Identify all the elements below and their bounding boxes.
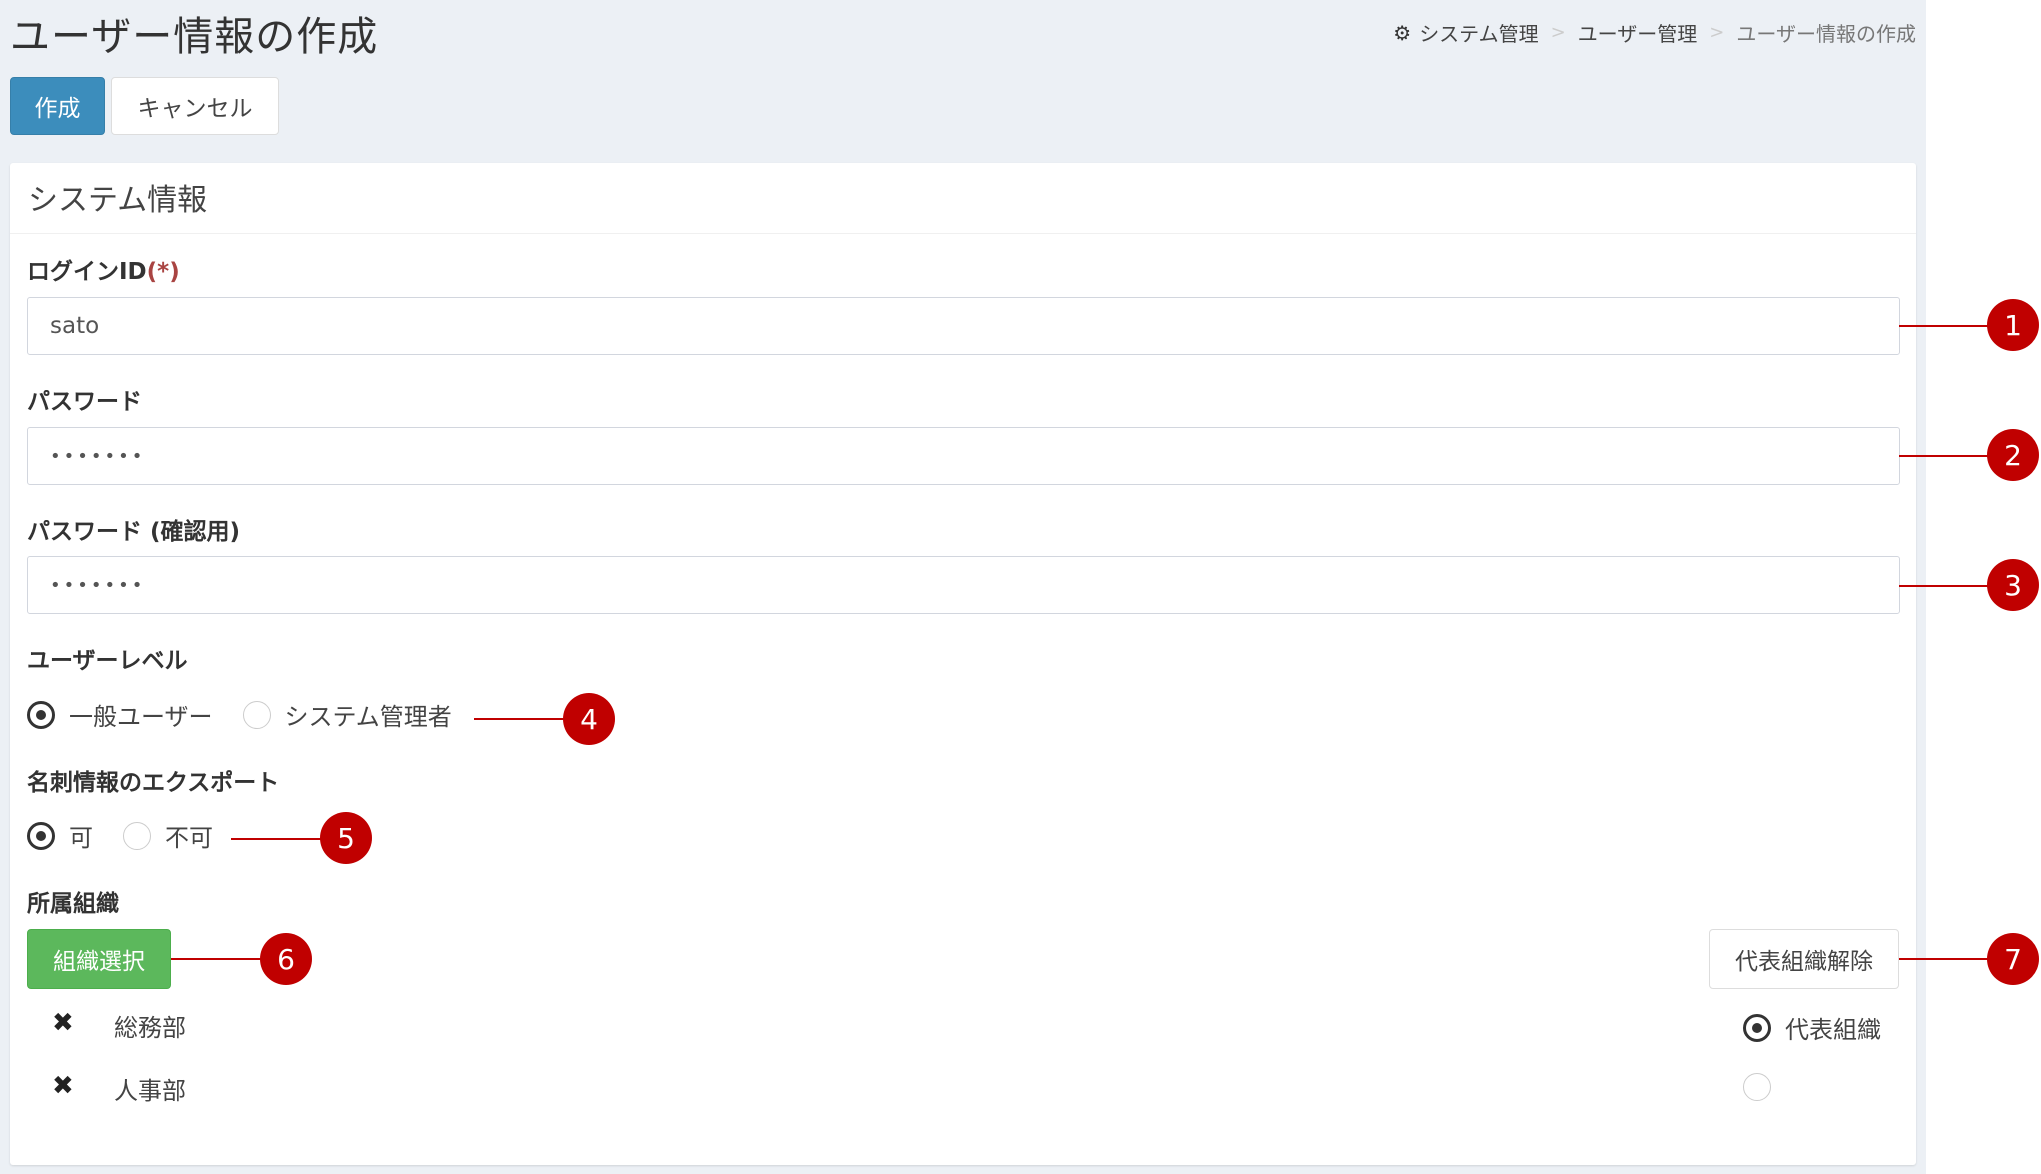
- callout-badge-5: 5: [320, 812, 372, 864]
- breadcrumb-separator: >: [1550, 22, 1566, 43]
- breadcrumb-item-current: ユーザー情報の作成: [1736, 22, 1916, 46]
- callout-badge-4: 4: [563, 693, 615, 745]
- callout-line: [171, 958, 262, 960]
- callout-badge-6: 6: [260, 933, 312, 985]
- unset-representative-button[interactable]: 代表組織解除: [1709, 929, 1899, 989]
- user-level-option-general[interactable]: 一般ユーザー: [27, 697, 213, 732]
- export-radio-group: 可 不可: [27, 818, 243, 853]
- remove-icon[interactable]: ✖: [52, 1071, 74, 1101]
- password-label: パスワード: [27, 389, 142, 415]
- org-name: 総務部: [114, 1014, 186, 1042]
- app-root: ユーザー情報の作成 ⚙ システム管理 > ユーザー管理 > ユーザー情報の作成 …: [0, 0, 1926, 1174]
- callout-line: [474, 718, 565, 720]
- callout-line: [231, 838, 322, 840]
- login-id-input[interactable]: sato: [27, 297, 1900, 355]
- breadcrumb: ⚙ システム管理 > ユーザー管理 > ユーザー情報の作成: [1393, 18, 1916, 47]
- callout-line: [1899, 455, 1989, 457]
- page-title: ユーザー情報の作成: [10, 14, 379, 60]
- user-level-label: ユーザーレベル: [27, 648, 188, 674]
- panel-title: システム情報: [28, 183, 208, 218]
- login-id-label: ログインID(*): [27, 259, 180, 285]
- radio-unchecked-icon[interactable]: [123, 821, 151, 850]
- radio-checked-icon[interactable]: [27, 821, 55, 850]
- remove-icon[interactable]: ✖: [52, 1008, 74, 1038]
- breadcrumb-item-system[interactable]: システム管理: [1419, 18, 1538, 47]
- user-level-option-admin[interactable]: システム管理者: [242, 697, 452, 732]
- callout-badge-3: 3: [1987, 559, 2039, 611]
- radio-unchecked-icon[interactable]: [242, 700, 271, 729]
- callout-line: [1899, 585, 1989, 587]
- org-label: 所属組織: [27, 891, 119, 917]
- password-input[interactable]: •••••••: [27, 427, 1900, 485]
- password-confirm-input[interactable]: •••••••: [27, 556, 1900, 614]
- radio-checked-icon[interactable]: [1743, 1013, 1771, 1042]
- callout-line: [1899, 325, 1989, 327]
- org-list-item: ✖ 人事部: [10, 1063, 1916, 1113]
- representative-option[interactable]: 代表組織: [1743, 1010, 1881, 1045]
- breadcrumb-item-users[interactable]: ユーザー管理: [1578, 18, 1698, 47]
- cancel-button[interactable]: キャンセル: [111, 77, 279, 135]
- export-option-deny[interactable]: 不可: [123, 818, 213, 853]
- create-button[interactable]: 作成: [10, 77, 105, 135]
- representative-option[interactable]: [1743, 1073, 1785, 1101]
- gear-icon: ⚙: [1393, 20, 1412, 45]
- org-list-item: ✖ 総務部 代表組織: [10, 1000, 1916, 1050]
- radio-unchecked-icon[interactable]: [1743, 1073, 1771, 1101]
- callout-line: [1899, 958, 1989, 960]
- panel-header: システム情報: [10, 163, 1916, 234]
- user-level-radio-group: 一般ユーザー システム管理者: [27, 697, 482, 732]
- required-mark: (*): [146, 259, 180, 285]
- export-option-allow[interactable]: 可: [27, 818, 93, 853]
- breadcrumb-separator: >: [1709, 22, 1725, 43]
- org-name: 人事部: [114, 1077, 186, 1105]
- callout-badge-1: 1: [1987, 299, 2039, 351]
- export-label: 名刺情報のエクスポート: [27, 770, 280, 796]
- password-confirm-label: パスワード (確認用): [27, 519, 241, 545]
- select-org-button[interactable]: 組織選択: [27, 929, 171, 989]
- callout-badge-2: 2: [1987, 429, 2039, 481]
- radio-checked-icon[interactable]: [27, 700, 55, 729]
- callout-badge-7: 7: [1987, 933, 2039, 985]
